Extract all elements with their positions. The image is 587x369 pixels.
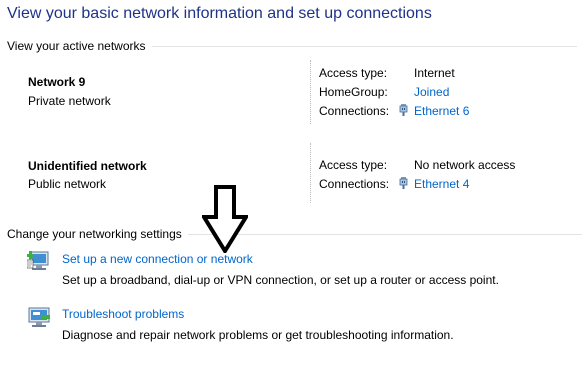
network-details-divider — [310, 143, 311, 203]
setup-connection-link[interactable]: Set up a new connection or network — [62, 252, 253, 266]
access-type-label: Access type: — [319, 66, 388, 80]
ethernet-4-link[interactable]: Ethernet 4 — [414, 177, 469, 191]
setup-connection-description: Set up a broadband, dial-up or VPN conne… — [62, 273, 499, 287]
ethernet-icon — [399, 177, 408, 189]
network-category: Public network — [28, 177, 107, 191]
active-networks-header: View your active networks — [7, 39, 577, 53]
troubleshoot-link[interactable]: Troubleshoot problems — [62, 307, 184, 321]
troubleshoot-icon — [28, 307, 50, 327]
troubleshoot-description: Diagnose and repair network problems or … — [62, 328, 454, 342]
homegroup-label: HomeGroup: — [319, 85, 388, 99]
network-details-divider — [310, 60, 311, 124]
connections-label: Connections: — [319, 104, 390, 118]
homegroup-link[interactable]: Joined — [414, 85, 449, 99]
network-category: Private network — [28, 94, 111, 108]
networking-settings-header: Change your networking settings — [7, 227, 582, 241]
page-title: View your basic network information and … — [7, 5, 432, 22]
access-type-value: Internet — [414, 66, 455, 80]
ethernet-icon — [399, 104, 408, 116]
access-type-label: Access type: — [319, 158, 388, 172]
connections-label: Connections: — [319, 177, 390, 191]
down-arrow-annotation — [202, 185, 248, 253]
network-name: Unidentified network — [28, 159, 147, 173]
network-name: Network 9 — [28, 75, 86, 89]
new-connection-icon — [27, 251, 49, 270]
networking-settings-label: Change your networking settings — [7, 227, 182, 241]
network-sharing-center: View your basic network information and … — [0, 0, 587, 369]
ethernet-6-link[interactable]: Ethernet 6 — [414, 104, 469, 118]
section-divider — [151, 45, 577, 47]
active-networks-label: View your active networks — [7, 39, 146, 53]
access-type-value: No network access — [414, 158, 516, 172]
